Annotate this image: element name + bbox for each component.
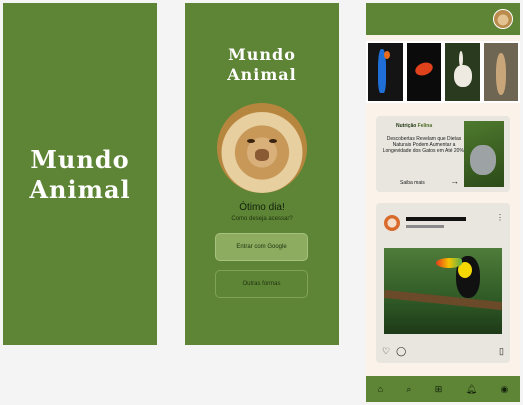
branch-shape: [384, 289, 502, 311]
card-category-part1: Nutrição: [396, 123, 417, 129]
story-rabbit[interactable]: [445, 43, 480, 101]
bell-icon[interactable]: 🔔︎: [466, 384, 477, 395]
logo-line-1: Mundo: [228, 45, 296, 64]
post-actions: ♡ ◯ ▯: [382, 346, 504, 357]
home-icon[interactable]: ⌂: [378, 384, 383, 394]
logo-line-2: Animal: [29, 175, 131, 204]
greeting-title: Ótimo dia!: [239, 202, 285, 213]
toucan-beak-shape: [436, 258, 462, 268]
app-logo: Mundo Animal: [3, 145, 157, 205]
read-more-link[interactable]: Saiba mais: [400, 180, 425, 186]
card-headline: Descobertas Revelam que Dietas Naturais …: [382, 136, 466, 154]
bottom-nav: ⌂ ⌕ ⊞ 🔔︎ ◉: [366, 376, 520, 402]
lion-eye: [247, 139, 255, 143]
feed-post: ⋮ ♡ ◯ ▯: [376, 203, 510, 363]
logo-line-1: Mundo: [30, 145, 130, 174]
parrot-beak-shape: [384, 51, 390, 59]
rabbit-shape: [454, 65, 472, 87]
toucan-image: [384, 248, 502, 334]
add-post-icon[interactable]: ⊞: [435, 384, 443, 395]
access-prompt: Como deseja acessar?: [231, 216, 293, 222]
profile-icon[interactable]: ◉: [500, 384, 508, 395]
stories-row: [366, 41, 520, 103]
user-avatar[interactable]: [493, 9, 513, 29]
cat-image: [464, 121, 504, 187]
fish-shape: [412, 60, 435, 78]
story-fish[interactable]: [406, 43, 441, 101]
story-parrot[interactable]: [368, 43, 403, 101]
lion-eye: [269, 139, 277, 143]
search-icon[interactable]: ⌕: [406, 384, 411, 395]
news-card[interactable]: Nutrição Felina Descobertas Revelam que …: [376, 116, 510, 192]
more-options-icon[interactable]: ⋮: [496, 213, 504, 222]
logo-line-2: Animal: [227, 65, 297, 84]
splash-screen: Mundo Animal: [3, 3, 157, 345]
card-category: Nutrição Felina: [396, 123, 432, 129]
story-meerkat[interactable]: [483, 43, 518, 101]
feed-screen: Nutrição Felina Descobertas Revelam que …: [366, 3, 520, 402]
bookmark-icon[interactable]: ▯: [499, 346, 504, 357]
app-logo: Mundo Animal: [185, 45, 339, 85]
meerkat-shape: [495, 53, 506, 95]
lion-image: [217, 103, 307, 193]
other-login-button[interactable]: Outras formas: [215, 270, 308, 298]
arrow-right-icon[interactable]: →: [450, 176, 459, 186]
card-category-part2: Felina: [417, 123, 433, 129]
lion-nose: [255, 149, 269, 161]
heart-icon[interactable]: ♡: [382, 346, 390, 357]
post-author-avatar[interactable]: [384, 215, 400, 231]
google-login-button[interactable]: Entrar com Google: [215, 233, 308, 261]
login-screen: Mundo Animal Ótimo dia! Como deseja aces…: [185, 3, 339, 345]
cat-shape: [470, 145, 496, 175]
post-author-name-placeholder: [406, 217, 466, 221]
post-subtitle-placeholder: [406, 225, 444, 228]
comment-icon[interactable]: ◯: [396, 346, 406, 357]
top-bar: [366, 3, 520, 35]
